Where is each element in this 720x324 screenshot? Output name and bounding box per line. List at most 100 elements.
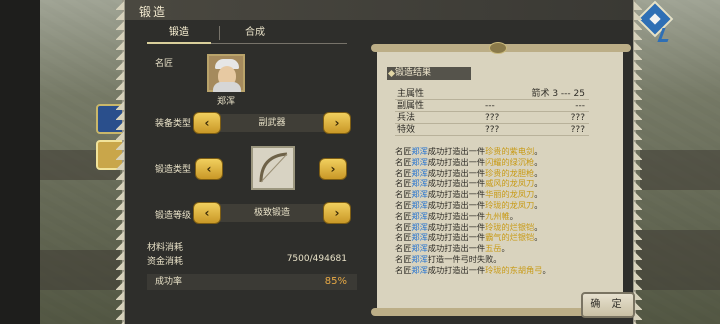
panel-title: 锻造	[139, 5, 168, 19]
tab-divider	[219, 26, 220, 40]
log-punct: 。	[542, 264, 551, 275]
log-prefix: 名匠	[395, 167, 412, 178]
log-punct: 。	[501, 243, 510, 254]
tab-bar: 锻造 合成	[147, 22, 357, 44]
confirm-button[interactable]: 确 定	[581, 292, 635, 318]
log-message: 成功打造出一件	[427, 221, 486, 232]
success-rate-row: 成功率 85%	[147, 274, 357, 290]
forge-type-label: 锻造类型	[155, 165, 192, 175]
log-master-name: 郑浑	[411, 146, 428, 156]
equip-type-prev-button[interactable]: ‹	[193, 112, 221, 134]
log-message: 成功打造出一件	[427, 178, 486, 189]
title-bar: 锻造	[125, 0, 633, 20]
log-item-name: 珍贵的龙胆枪	[485, 167, 535, 178]
tab-forge[interactable]: 锻造	[147, 22, 211, 44]
bow-icon	[259, 152, 288, 183]
log-prefix: 名匠	[395, 264, 412, 275]
log-item-name: 霸气的烂银铠	[485, 232, 535, 243]
forge-level-value: 极致锻造	[253, 208, 290, 218]
material-cost-row: 材料消耗	[147, 240, 347, 253]
log-line: 名匠郑浑成功打造出一件玲珑的烂银铠。	[395, 222, 591, 233]
forge-type-item[interactable]	[251, 146, 295, 190]
funds-cost-label: 资金消耗	[147, 257, 184, 267]
forge-log[interactable]: 名匠郑浑成功打造出一件珍贵的紫电剑。 名匠郑浑成功打造出一件闪耀的绿沉枪。 名匠郑浑…	[395, 146, 591, 276]
log-item-name: 华丽的龙凤刀	[485, 189, 535, 200]
log-master-name: 郑浑	[411, 189, 428, 200]
stat-row: 副属性 --- ---	[395, 100, 589, 112]
log-prefix: 名匠	[395, 210, 412, 221]
log-line: 名匠郑浑成功打造出一件华丽的龙凤刀。	[395, 189, 591, 200]
log-master-name: 郑浑	[411, 178, 428, 189]
stat-max: ???	[570, 125, 585, 135]
forge-type-prev-button[interactable]: ‹	[195, 158, 223, 180]
log-line: 名匠郑浑成功打造出一件五岳。	[395, 243, 591, 254]
log-punct: 。	[534, 178, 543, 189]
stat-row: 主属性 箭术 3 --- 25	[395, 88, 589, 100]
stat-max: ???	[570, 113, 585, 123]
equip-type-label: 装备类型	[155, 119, 192, 129]
log-master-name: 郑浑	[411, 243, 428, 254]
log-line: 名匠郑浑成功打造出一件九州帷。	[395, 211, 591, 222]
log-master-name: 郑浑	[411, 264, 428, 275]
tab-compose[interactable]: 合成	[223, 22, 287, 44]
log-punct: 。	[534, 146, 543, 156]
funds-cost-row: 资金消耗 7500/494681	[147, 254, 347, 267]
log-item-name: 威风的龙凤刀	[485, 178, 535, 189]
panel-edge-right	[634, 0, 642, 324]
building-silhouette	[640, 150, 720, 190]
log-master-name: 郑浑	[411, 253, 428, 264]
stat-min: ---	[485, 101, 495, 111]
master-label: 名匠	[155, 59, 174, 69]
material-cost-label: 材料消耗	[147, 243, 184, 253]
forge-level-selector: ‹ 极致锻造 ›	[193, 202, 351, 224]
log-punct: 。	[534, 232, 543, 243]
log-line: 名匠郑浑成功打造出一件珍贵的龙胆枪。	[395, 168, 591, 179]
log-message: 成功打造出一件	[427, 243, 486, 254]
log-item-name: 玲珑的烂银铠	[485, 221, 535, 232]
log-message: 成功打造出一件	[427, 210, 486, 221]
log-item-name: 闪耀的绿沉枪	[485, 156, 535, 167]
stat-name: 副属性	[397, 101, 425, 111]
forge-type-next-button[interactable]: ›	[319, 158, 347, 180]
log-prefix: 名匠	[395, 253, 412, 264]
equip-type-next-button[interactable]: ›	[323, 112, 351, 134]
log-prefix: 名匠	[395, 232, 412, 243]
log-prefix: 名匠	[395, 178, 412, 189]
stat-name: 主属性	[397, 89, 425, 99]
log-punct: 。	[534, 221, 543, 232]
funds-cost-value: 7500/494681	[286, 254, 347, 264]
forge-level-prev-button[interactable]: ‹	[193, 202, 221, 224]
log-punct: 。	[509, 210, 518, 221]
log-line: 名匠郑浑成功打造出一件霸气的烂银铠。	[395, 232, 591, 243]
stat-name: 兵法	[397, 113, 416, 123]
result-title: 锻造结果	[387, 67, 471, 80]
stat-name: 特效	[397, 125, 416, 135]
stat-min: ???	[485, 113, 500, 123]
log-message: 成功打造出一件	[427, 189, 486, 200]
log-prefix: 名匠	[395, 189, 412, 200]
scroll-emblem	[489, 42, 507, 54]
master-portrait[interactable]	[207, 54, 245, 92]
equip-type-value: 副武器	[258, 118, 286, 128]
stat-max: ---	[575, 101, 585, 111]
log-prefix: 名匠	[395, 243, 412, 254]
success-rate-value: 85%	[324, 276, 347, 287]
master-name: 郑浑	[216, 97, 235, 107]
left-edge	[0, 0, 40, 324]
log-message: 成功打造出一件	[427, 264, 486, 275]
log-punct: 。	[534, 199, 543, 210]
forge-level-label: 锻造等级	[155, 211, 192, 221]
tab-active-indicator	[147, 42, 211, 44]
log-prefix: 名匠	[395, 199, 412, 210]
forge-level-next-button[interactable]: ›	[323, 202, 351, 224]
log-message: 成功打造出一件	[427, 167, 486, 178]
panel-edge-left	[116, 0, 124, 324]
log-message: 成功打造出一件	[427, 199, 486, 210]
log-punct: 。	[534, 156, 543, 167]
log-message: 成功打造出一件	[427, 232, 486, 243]
log-line: 名匠郑浑成功打造出一件闪耀的绿沉枪。	[395, 157, 591, 168]
log-item-name: 玲珑的东胡角弓	[485, 264, 543, 275]
log-prefix: 名匠	[395, 221, 412, 232]
log-master-name: 郑浑	[411, 210, 428, 221]
log-master-name: 郑浑	[411, 156, 428, 167]
